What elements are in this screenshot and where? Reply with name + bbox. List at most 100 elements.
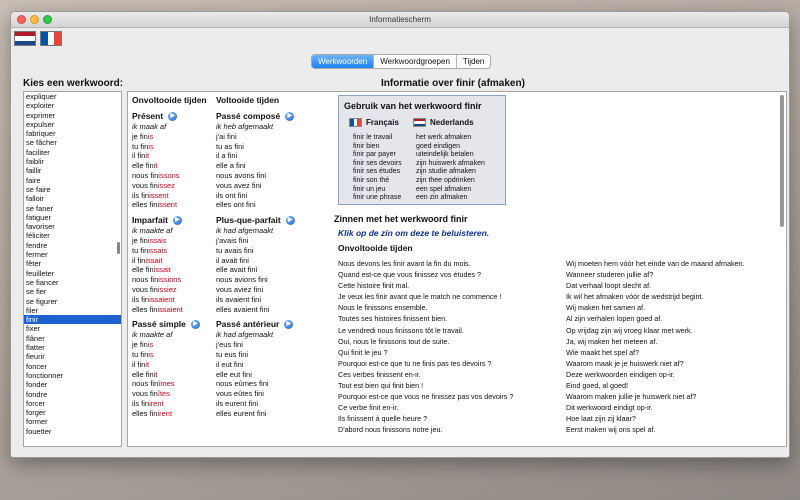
- verb-list-item[interactable]: exprimer: [24, 111, 121, 120]
- sentence-nl[interactable]: Eind goed, al goed!: [566, 380, 745, 391]
- verb-list-item[interactable]: se figurer: [24, 297, 121, 306]
- verb-list-item[interactable]: filer: [24, 306, 121, 315]
- sentence-nl[interactable]: Hoe laat zijn zij klaar?: [566, 413, 745, 424]
- verb-list[interactable]: expliquer exploiter exprimer expulser fabriq…: [23, 91, 122, 447]
- french-flag-icon[interactable]: [40, 31, 62, 46]
- sentence-fr[interactable]: D'abord nous finissons notre jeu.: [338, 424, 513, 435]
- sentence-fr[interactable]: Pourquoi est-ce que tu ne finis pas tes …: [338, 358, 513, 369]
- verb-list-item[interactable]: féliciter: [24, 231, 121, 240]
- verb-list-item[interactable]: fonder: [24, 380, 121, 389]
- sentence-nl[interactable]: Wanneer studeren jullie af?: [566, 269, 745, 280]
- sentence-fr[interactable]: Je veux les finir avant que le match ne …: [338, 291, 513, 302]
- verb-list-item[interactable]: expliquer: [24, 92, 121, 101]
- verb-list-item[interactable]: se fâcher: [24, 138, 121, 147]
- conjugation-line: il finit: [132, 151, 207, 161]
- speaker-icon[interactable]: ▶: [284, 319, 294, 329]
- verb-list-item[interactable]: fabriquer: [24, 129, 121, 138]
- info-scrollbar[interactable]: [780, 95, 784, 227]
- sentence-nl[interactable]: Wij moeten hem vóór het einde van de maa…: [566, 258, 745, 269]
- verb-list-item[interactable]: fêter: [24, 259, 121, 268]
- verb-list-item[interactable]: fonctionner: [24, 371, 121, 380]
- verb-list-item[interactable]: faire: [24, 176, 121, 185]
- conjugation-line: ils avaient fini: [216, 294, 262, 304]
- conjugation-stem: il fin: [132, 255, 146, 265]
- verb-list-item[interactable]: forcer: [24, 399, 121, 408]
- sentence-fr[interactable]: Ce verbe finit en-ir.: [338, 402, 513, 413]
- speaker-icon[interactable]: ▶: [285, 215, 295, 225]
- tab-tijden[interactable]: Tijden: [457, 55, 490, 68]
- verb-list-item[interactable]: finir: [24, 315, 121, 325]
- verb-list-item[interactable]: se faire: [24, 185, 121, 194]
- sentence-fr[interactable]: Qui finit le jeu ?: [338, 347, 513, 358]
- verb-list-item[interactable]: se faner: [24, 204, 121, 213]
- sentence-fr[interactable]: Nous le finissons ensemble.: [338, 302, 513, 313]
- verb-list-item[interactable]: se fiancer: [24, 278, 121, 287]
- tab-werkwoorden[interactable]: Werkwoorden: [312, 55, 375, 68]
- sentence-fr[interactable]: Oui, nous le finissons tout de suite.: [338, 336, 513, 347]
- usage-nl-item: zijn huiswerk afmaken: [416, 159, 485, 167]
- speaker-icon[interactable]: ▶: [168, 111, 178, 121]
- sentence-nl[interactable]: Waarom maak je je huiswerk niet af?: [566, 358, 745, 369]
- verb-list-item[interactable]: former: [24, 417, 121, 426]
- verb-list-item[interactable]: faillir: [24, 166, 121, 175]
- sentence-nl[interactable]: Dit werkwoord eindigt op-ir.: [566, 402, 745, 413]
- verb-list-item[interactable]: fatiguer: [24, 213, 121, 222]
- verb-list-item[interactable]: exploiter: [24, 101, 121, 110]
- verb-list-item[interactable]: faciliter: [24, 148, 121, 157]
- sentence-fr[interactable]: Ils finissent à quelle heure ?: [338, 413, 513, 424]
- verb-list-item[interactable]: flâner: [24, 334, 121, 343]
- sentence-fr[interactable]: Cette histoire finit mal.: [338, 280, 513, 291]
- tense-block: Passé simple ▶ ik maakte af je finis tu fini…: [132, 318, 207, 418]
- tense-name: Présent: [132, 111, 164, 121]
- list-scrollbar[interactable]: [117, 242, 120, 254]
- verb-list-item[interactable]: se fier: [24, 287, 121, 296]
- usage-nl-item: zijn studie afmaken: [416, 168, 476, 176]
- sentence-fr[interactable]: Ces verbes finissent en-ir.: [338, 369, 513, 380]
- sentence-fr[interactable]: Le vendredi nous finissons tôt le travai…: [338, 325, 513, 336]
- verb-list-title: Kies een werkwoord:: [23, 78, 124, 89]
- verb-list-item[interactable]: fouetter: [24, 427, 121, 436]
- lang-header-nl: Nederlands: [413, 118, 474, 127]
- tab-werkwoordgroepen[interactable]: Werkwoordgroepen: [374, 55, 457, 68]
- verb-list-item[interactable]: falloir: [24, 194, 121, 203]
- sentence-nl[interactable]: Op vrijdag zijn wij vroeg klaar met werk…: [566, 325, 745, 336]
- speaker-icon[interactable]: ▶: [190, 319, 200, 329]
- sentence-nl[interactable]: Dat verhaal loopt slecht af.: [566, 280, 745, 291]
- sentence-fr[interactable]: Pourquoi est-ce que vous ne finissez pas…: [338, 391, 513, 402]
- sentence-fr[interactable]: Toutes ses histoires finissent bien.: [338, 313, 513, 324]
- dutch-flag-icon[interactable]: [14, 31, 36, 46]
- listen-link[interactable]: Klik op de zin om deze te beluisteren.: [338, 228, 489, 238]
- verb-list-item[interactable]: expulser: [24, 120, 121, 129]
- verb-list-item[interactable]: fleurir: [24, 352, 121, 361]
- sentence-nl[interactable]: Ja, wij maken het meteen af.: [566, 336, 745, 347]
- verb-list-item[interactable]: fixer: [24, 324, 121, 333]
- sentence-nl[interactable]: Wie maakt het spel af?: [566, 347, 745, 358]
- usage-fr-item: finir une phrase: [353, 194, 402, 202]
- sentence-nl[interactable]: Ik wil het afmaken vóór de wedstrijd beg…: [566, 291, 745, 302]
- verb-list-item[interactable]: feuilleter: [24, 269, 121, 278]
- verb-list-item[interactable]: faiblir: [24, 157, 121, 166]
- sentence-nl[interactable]: Deze werkwoorden eindigen op-ir.: [566, 369, 745, 380]
- speaker-icon[interactable]: ▶: [285, 111, 295, 121]
- verb-list-item[interactable]: fermer: [24, 250, 121, 259]
- verb-list-item[interactable]: fondre: [24, 390, 121, 399]
- speaker-icon[interactable]: ▶: [172, 215, 182, 225]
- sentence-fr[interactable]: Quand est-ce que vous finissez vos étude…: [338, 269, 513, 280]
- verb-list-item[interactable]: favoriser: [24, 222, 121, 231]
- conjugation-stem: vous fin: [132, 284, 158, 294]
- sentence-fr[interactable]: Tout est bien qui finit bien !: [338, 380, 513, 391]
- sentence-fr[interactable]: Nous devons les finir avant la fin du mo…: [338, 258, 513, 269]
- verb-list-item[interactable]: flatter: [24, 343, 121, 352]
- sentence-nl[interactable]: Al zijn verhalen lopen goed af.: [566, 313, 745, 324]
- tense-block: Présent ▶ ik maak af je finis tu finis il fin…: [132, 110, 207, 210]
- sentence-nl[interactable]: Waarom maken jullie je huiswerk niet af?: [566, 391, 745, 402]
- conjugation-line: tu finis: [132, 142, 207, 152]
- conjugation-stem: elles fin: [132, 408, 158, 418]
- verb-list-item[interactable]: foncer: [24, 362, 121, 371]
- sentences-tense: Onvoltooide tijden: [338, 243, 413, 253]
- conjugation-line: elles ont fini: [216, 200, 256, 210]
- sentence-nl[interactable]: Wij maken het samen af.: [566, 302, 745, 313]
- verb-list-item[interactable]: fendre: [24, 241, 121, 250]
- sentence-nl[interactable]: Eerst maken wij ons spel af.: [566, 424, 745, 435]
- verb-list-item[interactable]: forger: [24, 408, 121, 417]
